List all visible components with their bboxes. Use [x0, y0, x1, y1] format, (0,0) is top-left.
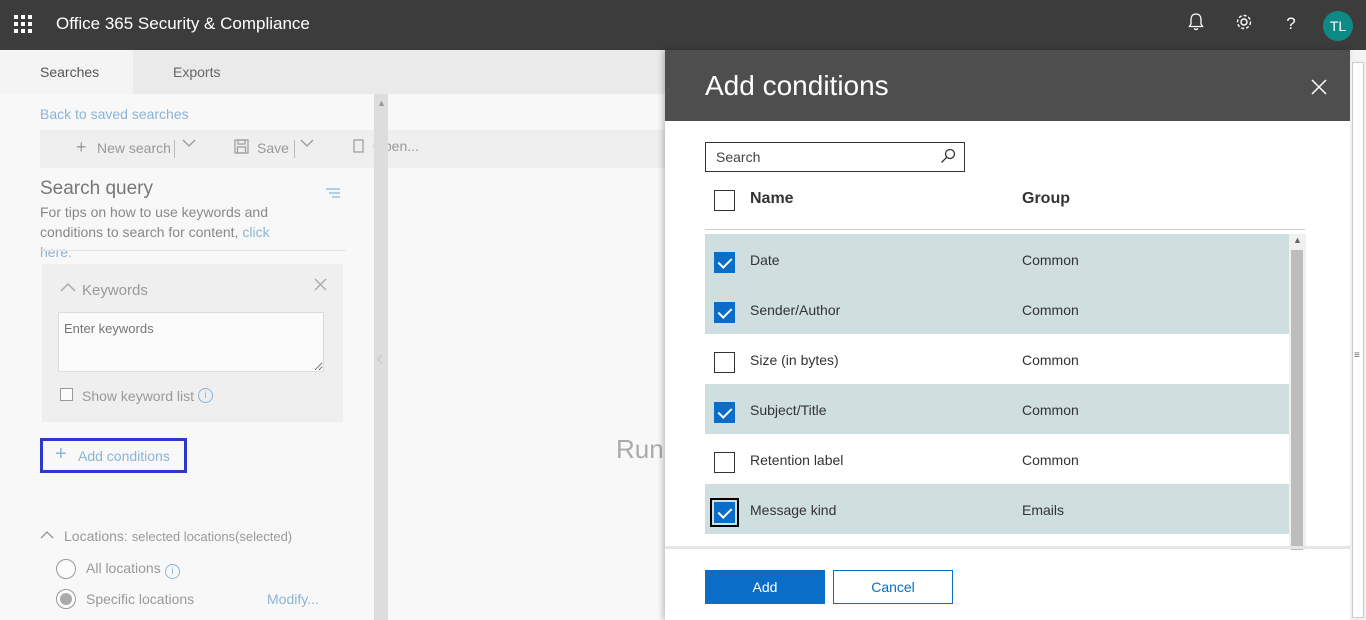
- condition-name: Sender/Author: [750, 302, 841, 318]
- results-placeholder-text: Run: [616, 434, 664, 464]
- show-keyword-list-label: Show keyword list: [82, 388, 195, 404]
- condition-name: Retention label: [750, 452, 844, 468]
- search-icon[interactable]: [940, 148, 956, 169]
- panel-title: Add conditions: [705, 70, 889, 101]
- all-locations-label: All locations: [86, 560, 161, 576]
- top-bar: Office 365 Security & Compliance ? TL: [0, 0, 1366, 50]
- condition-group: Emails: [1022, 502, 1065, 518]
- scrollbar-thumb[interactable]: [1291, 250, 1303, 550]
- locations-header: Locations: selected locations(selected): [64, 528, 292, 544]
- app-title[interactable]: Office 365 Security & Compliance: [56, 14, 310, 34]
- close-icon[interactable]: [314, 278, 327, 296]
- condition-row-date[interactable]: Date Common: [705, 234, 1289, 284]
- keywords-input[interactable]: [58, 312, 324, 372]
- new-search-button[interactable]: New search: [97, 140, 171, 156]
- divider: [40, 250, 346, 251]
- chevron-left-icon[interactable]: ‹: [376, 345, 383, 371]
- search-query-tips: For tips on how to use keywords and cond…: [40, 202, 290, 262]
- info-icon[interactable]: i: [198, 388, 213, 403]
- row-checkbox[interactable]: [714, 302, 735, 323]
- scrollbar-thumb[interactable]: [1352, 62, 1364, 618]
- add-conditions-label: Add conditions: [78, 448, 170, 464]
- condition-row-sender-author[interactable]: Sender/Author Common: [705, 284, 1289, 334]
- row-checkbox[interactable]: [710, 498, 739, 527]
- chevron-up-icon[interactable]: [40, 528, 54, 543]
- tips-text: For tips on how to use keywords and cond…: [40, 204, 269, 240]
- row-checkbox[interactable]: [714, 352, 735, 373]
- condition-group: Common: [1022, 452, 1079, 468]
- divider: [705, 229, 1305, 230]
- condition-group: Common: [1022, 252, 1079, 268]
- gear-icon[interactable]: [1233, 13, 1255, 35]
- add-conditions-button[interactable]: + Add conditions: [40, 438, 187, 473]
- separator: [294, 140, 295, 158]
- show-keyword-list-checkbox[interactable]: [60, 388, 73, 401]
- condition-row-message-kind[interactable]: Message kind Emails: [705, 484, 1289, 534]
- keywords-card: Keywords Show keyword list i: [42, 264, 343, 422]
- condition-search-input[interactable]: [706, 143, 936, 171]
- condition-name: Subject/Title: [750, 402, 827, 418]
- condition-group: Common: [1022, 352, 1079, 368]
- condition-group: Common: [1022, 402, 1079, 418]
- keywords-title: Keywords: [82, 282, 148, 299]
- row-checkbox[interactable]: [714, 402, 735, 423]
- condition-row-size[interactable]: Size (in bytes) Common: [705, 334, 1289, 384]
- add-conditions-panel: Add conditions Name Group Date Common Se…: [665, 50, 1350, 620]
- condition-group: Common: [1022, 302, 1079, 318]
- bell-icon[interactable]: [1185, 13, 1207, 35]
- tab-searches[interactable]: Searches: [0, 50, 133, 94]
- search-query-title: Search query: [40, 178, 154, 199]
- scroll-up-arrow-icon[interactable]: ▲: [1293, 235, 1302, 245]
- locations-title: Locations:: [64, 528, 128, 544]
- avatar[interactable]: TL: [1323, 11, 1353, 41]
- chevron-up-icon[interactable]: [60, 280, 76, 296]
- tab-exports[interactable]: Exports: [133, 50, 260, 94]
- conditions-list: Date Common Sender/Author Common Size (i…: [705, 234, 1289, 550]
- condition-name: Date: [750, 252, 780, 268]
- divider: [665, 546, 1350, 549]
- tab-bar: Searches Exports: [0, 50, 665, 94]
- search-editor-pane: Back to saved searches + New search Save…: [0, 94, 665, 620]
- panel-header: Add conditions: [665, 50, 1350, 121]
- close-icon[interactable]: [1311, 74, 1327, 102]
- add-button[interactable]: Add: [705, 570, 825, 604]
- grip-icon: ≡: [1354, 350, 1360, 361]
- specific-locations-label: Specific locations: [86, 591, 195, 607]
- command-bar: + New search Save Open...: [40, 130, 665, 168]
- open-icon: [353, 139, 364, 156]
- help-icon[interactable]: ?: [1280, 13, 1302, 35]
- chevron-down-icon[interactable]: [300, 136, 314, 153]
- specific-locations-radio[interactable]: [56, 589, 76, 609]
- column-header-name[interactable]: Name: [750, 190, 794, 208]
- list-scrollbar[interactable]: ▲: [1289, 234, 1306, 550]
- app-launcher-icon[interactable]: [14, 15, 32, 33]
- column-header-group[interactable]: Group: [1022, 190, 1070, 208]
- plus-icon: +: [76, 137, 87, 157]
- condition-name: Size (in bytes): [750, 352, 839, 368]
- back-to-saved-searches-link[interactable]: Back to saved searches: [40, 106, 189, 122]
- condition-name: Message kind: [750, 502, 837, 518]
- scroll-up-arrow-icon[interactable]: ▲: [377, 98, 386, 108]
- condition-row-retention-label[interactable]: Retention label Common: [705, 434, 1289, 484]
- info-icon[interactable]: i: [165, 564, 180, 579]
- locations-summary: selected locations(selected): [131, 529, 293, 544]
- all-locations-radio[interactable]: [56, 559, 76, 579]
- row-checkbox[interactable]: [714, 452, 735, 473]
- filter-icon[interactable]: [325, 187, 341, 202]
- row-checkbox[interactable]: [714, 252, 735, 273]
- save-button[interactable]: Save: [257, 140, 289, 156]
- cancel-button[interactable]: Cancel: [833, 570, 953, 604]
- plus-icon: +: [55, 443, 67, 465]
- modify-locations-link[interactable]: Modify...: [267, 591, 319, 607]
- condition-search-box: [705, 142, 965, 172]
- page-scrollbar[interactable]: ≡: [1350, 60, 1366, 620]
- save-icon: [234, 139, 249, 157]
- condition-row-subject-title[interactable]: Subject/Title Common: [705, 384, 1289, 434]
- separator: [174, 140, 175, 158]
- chevron-down-icon[interactable]: [182, 136, 196, 153]
- select-all-checkbox[interactable]: [714, 190, 735, 211]
